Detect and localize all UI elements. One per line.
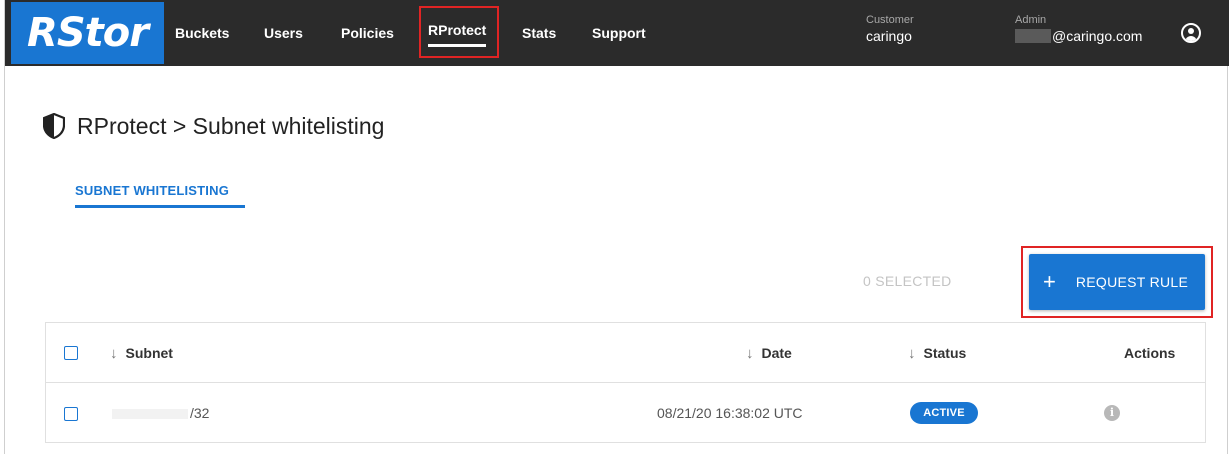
status-badge: ACTIVE <box>910 402 978 424</box>
nav-policies[interactable]: Policies <box>341 0 394 66</box>
column-date-label: Date <box>761 345 792 361</box>
nav-users[interactable]: Users <box>264 0 303 66</box>
info-icon[interactable]: i <box>1104 405 1120 421</box>
page-title-text: RProtect > Subnet whitelisting <box>77 112 385 139</box>
subnet-table: ↓ Subnet ↓ Date ↓ Status Actions /32 08/21/… <box>45 322 1206 443</box>
rstor-logo[interactable]: RStor <box>11 2 164 64</box>
tab-subnet-whitelisting[interactable]: SUBNET WHITELISTING <box>75 183 229 198</box>
nav-buckets-label: Buckets <box>175 25 230 41</box>
shield-icon <box>43 113 65 139</box>
nav-buckets[interactable]: Buckets <box>175 0 229 66</box>
nav-users-label: Users <box>264 25 303 41</box>
subnet-cell: /32 <box>112 383 209 443</box>
nav-highlight-box <box>419 6 499 58</box>
sort-arrow-icon: ↓ <box>110 345 118 362</box>
nav-stats[interactable]: Stats <box>522 0 556 66</box>
column-actions: Actions <box>1124 345 1176 361</box>
column-status[interactable]: ↓ Status <box>908 323 966 383</box>
customer-value: caringo <box>866 28 912 44</box>
nav-support[interactable]: Support <box>592 0 646 66</box>
sort-arrow-icon: ↓ <box>746 345 754 362</box>
page-title: RProtect > Subnet whitelisting <box>43 110 384 142</box>
column-date[interactable]: ↓ Date <box>746 323 792 383</box>
column-subnet-label: Subnet <box>125 345 173 361</box>
admin-info: Admin @caringo.com <box>1015 14 1142 45</box>
redacted-subnet <box>112 409 188 420</box>
redacted-block <box>1015 29 1051 43</box>
customer-caption: Customer <box>866 14 914 26</box>
selected-count: 0 SELECTED <box>863 273 952 289</box>
select-all-checkbox[interactable] <box>64 346 78 360</box>
table-row: /32 08/21/20 16:38:02 UTC ACTIVE i <box>46 383 1205 443</box>
app-frame: RStor Buckets Users Policies RProtect St… <box>4 0 1229 454</box>
top-navbar: RStor Buckets Users Policies RProtect St… <box>5 0 1229 66</box>
admin-email: @caringo.com <box>1015 27 1142 45</box>
column-status-label: Status <box>923 345 967 361</box>
nav-stats-label: Stats <box>522 25 557 41</box>
sort-arrow-icon: ↓ <box>908 345 916 362</box>
table-header: ↓ Subnet ↓ Date ↓ Status Actions <box>46 323 1205 383</box>
profile-icon[interactable] <box>1181 23 1201 43</box>
admin-email-domain: @caringo.com <box>1052 28 1143 44</box>
tab-active-underline <box>75 205 245 208</box>
admin-caption: Admin <box>1015 14 1047 26</box>
column-subnet[interactable]: ↓ Subnet <box>110 323 173 383</box>
nav-support-label: Support <box>592 25 646 41</box>
row-checkbox[interactable] <box>64 407 78 421</box>
button-highlight-box <box>1021 246 1213 318</box>
customer-info: Customer caringo <box>866 14 914 45</box>
date-cell: 08/21/20 16:38:02 UTC <box>657 405 803 421</box>
subnet-suffix: /32 <box>190 405 210 421</box>
nav-policies-label: Policies <box>341 25 394 41</box>
